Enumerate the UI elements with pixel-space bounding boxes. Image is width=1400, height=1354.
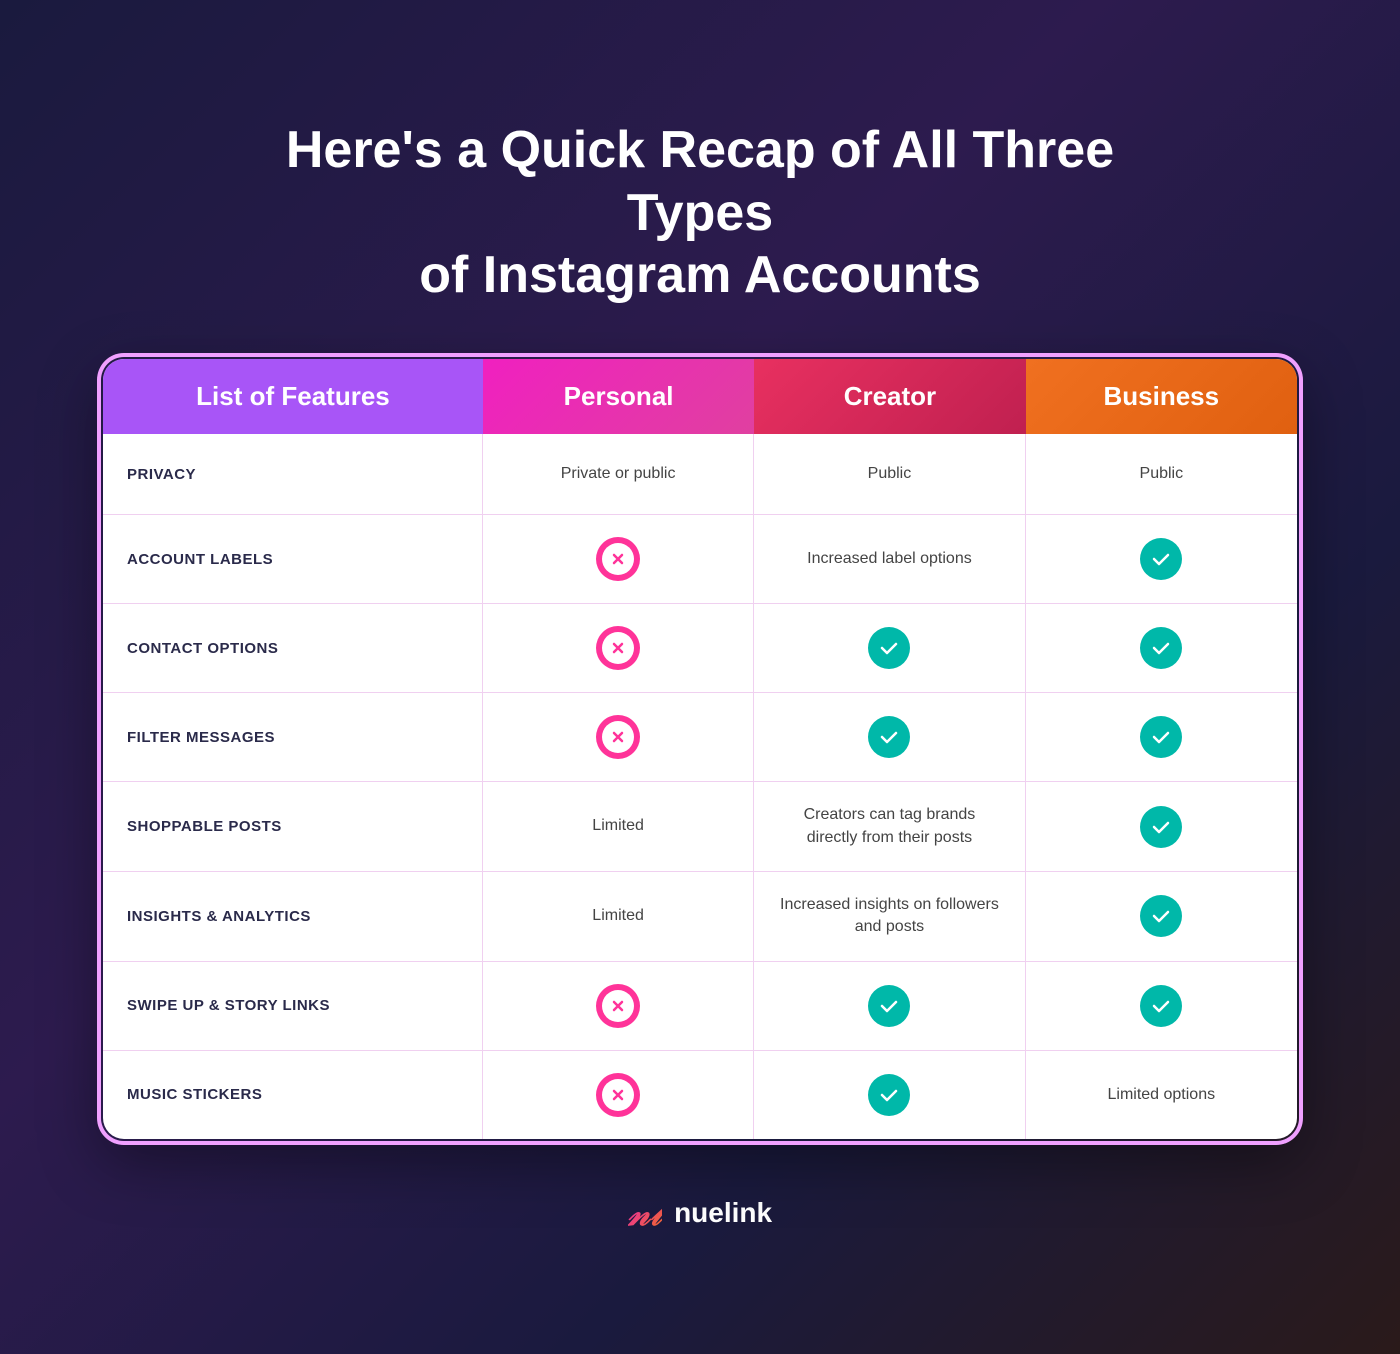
x-icon	[596, 626, 640, 670]
cell-personal	[483, 1051, 754, 1139]
cell-business	[1026, 782, 1297, 871]
cell-feature: MUSIC STICKERS	[103, 1051, 483, 1139]
table-row: MUSIC STICKERS Limited options	[103, 1050, 1297, 1139]
check-icon	[1140, 806, 1182, 848]
comparison-table: List of Features Personal Creator Busine…	[100, 356, 1300, 1142]
cell-personal	[483, 962, 754, 1050]
cell-creator: Increased label options	[754, 515, 1025, 603]
cell-business	[1026, 693, 1297, 781]
check-icon	[868, 1074, 910, 1116]
table-body: PRIVACYPrivate or publicPublicPublicACCO…	[103, 434, 1297, 1139]
cell-personal: Private or public	[483, 434, 754, 514]
table-row: PRIVACYPrivate or publicPublicPublic	[103, 434, 1297, 514]
cell-creator	[754, 962, 1025, 1050]
cell-feature: INSIGHTS & ANALYTICS	[103, 872, 483, 961]
cell-personal	[483, 515, 754, 603]
cell-business	[1026, 604, 1297, 692]
cell-creator	[754, 1051, 1025, 1139]
check-icon	[1140, 895, 1182, 937]
check-icon	[1140, 985, 1182, 1027]
cell-business: Limited options	[1026, 1051, 1297, 1139]
cell-feature: FILTER MESSAGES	[103, 693, 483, 781]
check-icon	[1140, 538, 1182, 580]
x-icon	[596, 715, 640, 759]
table-header: List of Features Personal Creator Busine…	[103, 359, 1297, 434]
check-icon	[868, 627, 910, 669]
cell-feature: SHOPPABLE POSTS	[103, 782, 483, 871]
cell-creator	[754, 693, 1025, 781]
col-business-header: Business	[1026, 359, 1297, 434]
logo-icon: 𝓃𝓁	[628, 1192, 662, 1235]
cell-creator: Increased insights on followers and post…	[754, 872, 1025, 961]
check-icon	[868, 716, 910, 758]
cell-personal	[483, 693, 754, 781]
cell-business	[1026, 962, 1297, 1050]
cell-personal: Limited	[483, 872, 754, 961]
col-features-header: List of Features	[103, 359, 483, 434]
table-row: INSIGHTS & ANALYTICSLimitedIncreased ins…	[103, 871, 1297, 961]
table-row: ACCOUNT LABELS Increased label options	[103, 514, 1297, 603]
x-icon	[596, 1073, 640, 1117]
check-icon	[1140, 627, 1182, 669]
table-row: CONTACT OPTIONS	[103, 603, 1297, 692]
cell-business: Public	[1026, 434, 1297, 514]
col-creator-header: Creator	[754, 359, 1025, 434]
cell-feature: PRIVACY	[103, 434, 483, 514]
cell-business	[1026, 515, 1297, 603]
cell-feature: CONTACT OPTIONS	[103, 604, 483, 692]
table-row: FILTER MESSAGES	[103, 692, 1297, 781]
cell-feature: SWIPE UP & STORY LINKS	[103, 962, 483, 1050]
check-icon	[1140, 716, 1182, 758]
x-icon	[596, 984, 640, 1028]
table-row: SWIPE UP & STORY LINKS	[103, 961, 1297, 1050]
page-title: Here's a Quick Recap of All Three Types …	[250, 119, 1150, 306]
table-row: SHOPPABLE POSTSLimitedCreators can tag b…	[103, 781, 1297, 871]
col-personal-header: Personal	[483, 359, 754, 434]
cell-feature: ACCOUNT LABELS	[103, 515, 483, 603]
cell-creator: Public	[754, 434, 1025, 514]
logo-section: 𝓃𝓁 nuelink	[628, 1192, 772, 1235]
cell-personal	[483, 604, 754, 692]
cell-business	[1026, 872, 1297, 961]
check-icon	[868, 985, 910, 1027]
logo-text: nuelink	[674, 1197, 772, 1229]
cell-creator: Creators can tag brands directly from th…	[754, 782, 1025, 871]
cell-creator	[754, 604, 1025, 692]
x-icon	[596, 537, 640, 581]
cell-personal: Limited	[483, 782, 754, 871]
